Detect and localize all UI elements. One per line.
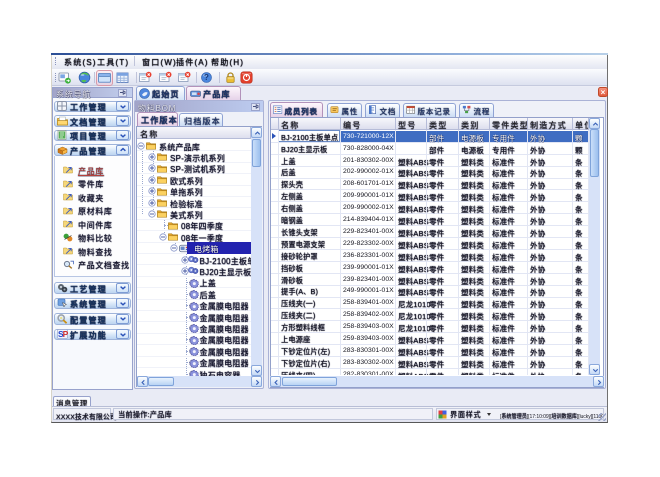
svg-text:P: P	[63, 329, 68, 339]
svg-text:?: ?	[204, 73, 209, 82]
